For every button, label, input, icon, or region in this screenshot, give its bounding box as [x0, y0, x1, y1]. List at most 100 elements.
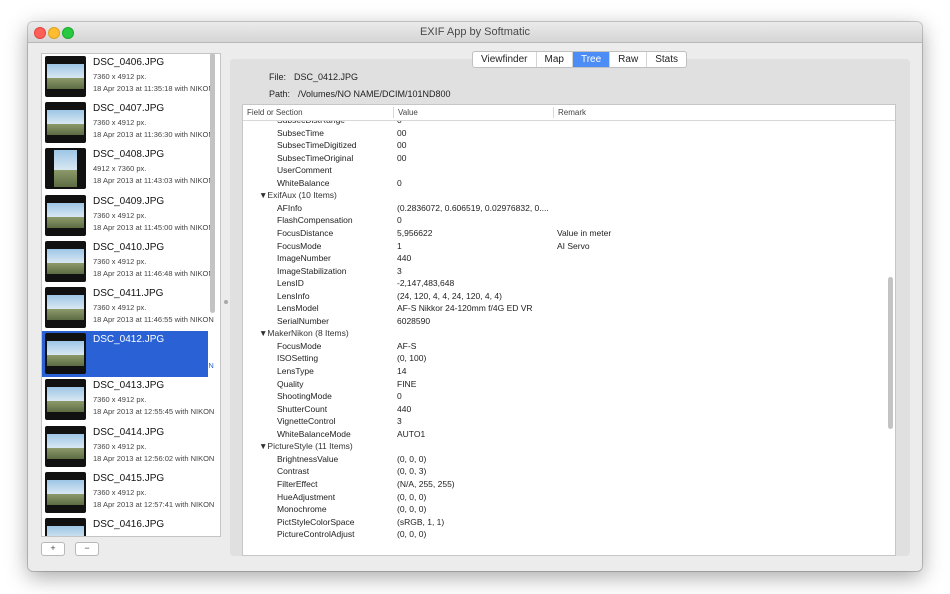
tree-row[interactable]: FilterEffect (N/A, 255, 255)	[243, 479, 883, 491]
photo-list-item[interactable]: DSC_0414.JPG 7360 x 4912 px. 18 Apr 2013 a…	[42, 424, 214, 470]
tree-row[interactable]: PictureControlAdjust (0, 0, 0)	[243, 529, 883, 541]
photo-list-item[interactable]: DSC_0413.JPG 7360 x 4912 px. 18 Apr 2013 a…	[42, 377, 214, 423]
photo-list-item[interactable]: DSC_0410.JPG 7360 x 4912 px. 18 Apr 2013 a…	[42, 239, 214, 285]
tree-row[interactable]: SubsecTimeOriginal 00	[243, 153, 883, 165]
field-value: 440	[397, 253, 412, 264]
tree-row[interactable]: LensType 14	[243, 366, 883, 378]
tree-row[interactable]: LensModel AF-S Nikkor 24-120mm f/4G ED VR	[243, 303, 883, 315]
field-value: (0, 0, 0)	[397, 504, 427, 515]
tab-map[interactable]: Map	[537, 52, 573, 67]
remove-photo-button[interactable]: −	[75, 542, 99, 556]
column-divider[interactable]	[553, 107, 554, 118]
tree-row[interactable]: ImageNumber 440	[243, 253, 883, 265]
view-mode-tabs[interactable]: Viewfinder Map Tree Raw Stats	[472, 51, 687, 68]
photo-thumbnail	[45, 425, 86, 467]
photo-list-item[interactable]: DSC_0416.JPG 7360 x 4912 px.	[42, 516, 208, 536]
tree-section-row[interactable]: ▼MakerNikon (8 Items)	[243, 328, 883, 340]
field-value: 440	[397, 403, 412, 414]
photo-date: 18 Apr 2013 at 11:36:30 with NIKON	[93, 130, 214, 140]
tab-raw[interactable]: Raw	[610, 52, 648, 67]
tree-row[interactable]: AFInfo (0.2836072, 0.606519, 0.02976832, …	[243, 203, 883, 215]
photo-list-scrollbar[interactable]	[210, 53, 215, 313]
field-value: 0	[397, 391, 402, 402]
tree-row[interactable]: ImageStabilization 3	[243, 266, 883, 278]
exif-tree[interactable]: Field or Section Value Remark SubsecDist…	[242, 104, 896, 556]
tree-row[interactable]: UserComment	[243, 165, 883, 177]
photo-list-item[interactable]: DSC_0409.JPG 7360 x 4912 px. 18 Apr 2013 a…	[42, 193, 214, 239]
column-header-field[interactable]: Field or Section	[247, 108, 303, 117]
tree-row[interactable]: ShutterCount 440	[243, 404, 883, 416]
tree-row[interactable]: SubsecTime 00	[243, 128, 883, 140]
photo-name: DSC_0414.JPG	[93, 426, 165, 438]
tree-row[interactable]: VignetteControl 3	[243, 416, 883, 428]
photo-thumbnail	[45, 379, 86, 421]
photo-dimensions: 7360 x 4912 px.	[93, 349, 147, 359]
photo-list-item[interactable]: DSC_0415.JPG 7360 x 4912 px. 18 Apr 2013 a…	[42, 470, 214, 516]
tree-scrollbar[interactable]	[888, 277, 893, 429]
tree-row[interactable]: FlashCompensation 0	[243, 215, 883, 227]
photo-date: 18 Apr 2013 at 11:45:00 with NIKON	[93, 222, 214, 232]
tree-row[interactable]: LensInfo (24, 120, 4, 4, 24, 120, 4, 4)	[243, 291, 883, 303]
field-name: BrightnessValue	[277, 453, 339, 464]
field-name: Quality	[277, 378, 304, 389]
photo-thumbnail	[45, 518, 86, 536]
tab-tree[interactable]: Tree	[572, 52, 611, 67]
photo-date: 18 Apr 2013 at 11:47:09 with NIKON	[93, 361, 214, 371]
photo-list-item[interactable]: DSC_0406.JPG 7360 x 4912 px. 18 Apr 2013 a…	[42, 54, 214, 100]
tree-row[interactable]: Quality FINE	[243, 379, 883, 391]
tree-row[interactable]: SerialNumber 6028590	[243, 316, 883, 328]
photo-list-item[interactable]: DSC_0408.JPG 4912 x 7360 px. 18 Apr 2013 a…	[42, 146, 214, 192]
tree-row[interactable]: FocusDistance 5,956622 Value in meter	[243, 228, 883, 240]
field-value: 00	[397, 127, 407, 138]
field-value: 3	[397, 265, 402, 276]
photo-list-item[interactable]: DSC_0412.JPG 7360 x 4912 px. 18 Apr 2013 a…	[42, 331, 214, 378]
tree-row[interactable]: Contrast (0, 0, 3)	[243, 466, 883, 478]
field-name: ▼PictureStyle (11 Items)	[259, 441, 353, 452]
field-name: SubsecTime	[277, 127, 324, 138]
split-view-divider[interactable]	[224, 300, 228, 304]
photo-list-item[interactable]: DSC_0407.JPG 7360 x 4912 px. 18 Apr 2013 a…	[42, 100, 214, 146]
photo-thumbnail	[45, 148, 86, 190]
app-window: EXIF App by Softmatic DSC_0406.JPG 7360 x…	[28, 22, 922, 571]
field-value: 00	[397, 140, 407, 151]
tree-row[interactable]: FocusMode AF-S	[243, 341, 883, 353]
photo-dimensions: 7360 x 4912 px.	[93, 256, 147, 266]
field-name: SubsecDistRange	[277, 121, 345, 125]
field-name: LensModel	[277, 303, 319, 314]
photo-dimensions: 7360 x 4912 px.	[93, 303, 147, 312]
field-name: FlashCompensation	[277, 215, 353, 226]
field-value: 0	[397, 215, 402, 226]
photo-date: 18 Apr 2013 at 11:43:03 with NIKON	[93, 176, 214, 186]
tree-row[interactable]: SubsecTimeDigitized 00	[243, 140, 883, 152]
tab-stats[interactable]: Stats	[647, 52, 686, 67]
add-photo-button[interactable]: +	[41, 542, 65, 556]
tree-section-row[interactable]: ▼PictureStyle (11 Items)	[243, 441, 883, 453]
tree-row[interactable]: LensID -2,147,483,648	[243, 278, 883, 290]
tree-header: Field or Section Value Remark	[243, 105, 895, 121]
column-header-value[interactable]: Value	[398, 108, 418, 117]
tree-row[interactable]: FocusMode 1 AI Servo	[243, 241, 883, 253]
tree-row[interactable]: WhiteBalanceMode AUTO1	[243, 429, 883, 441]
tree-row[interactable]: HueAdjustment (0, 0, 0)	[243, 492, 883, 504]
file-label: File:	[269, 72, 287, 82]
field-value: AUTO1	[397, 428, 426, 439]
tree-row[interactable]: BrightnessValue (0, 0, 0)	[243, 454, 883, 466]
path-value: /Volumes/NO NAME/DCIM/101ND800	[298, 89, 451, 99]
tree-row[interactable]: ISOSetting (0, 100)	[243, 353, 883, 365]
tree-row[interactable]: ShootingMode 0	[243, 391, 883, 403]
tree-section-row[interactable]: ▼ExifAux (10 Items)	[243, 190, 883, 202]
field-name: SerialNumber	[277, 315, 329, 326]
field-name: ImageStabilization	[277, 265, 347, 276]
field-remark: AI Servo	[557, 240, 590, 251]
tree-row[interactable]: SubsecDistRange 0	[243, 121, 883, 127]
column-divider[interactable]	[393, 107, 394, 118]
tree-row[interactable]: WhiteBalance 0	[243, 178, 883, 190]
tab-viewfinder[interactable]: Viewfinder	[473, 52, 537, 67]
photo-list[interactable]: DSC_0406.JPG 7360 x 4912 px. 18 Apr 2013 a…	[41, 53, 221, 537]
photo-list-item[interactable]: DSC_0411.JPG 7360 x 4912 px. 18 Apr 2013 a…	[42, 285, 214, 331]
tree-row[interactable]: Monochrome (0, 0, 0)	[243, 504, 883, 516]
field-name: WhiteBalanceMode	[277, 428, 351, 439]
column-header-remark[interactable]: Remark	[558, 108, 586, 117]
tree-row[interactable]: PictStyleColorSpace (sRGB, 1, 1)	[243, 517, 883, 529]
photo-dimensions: 7360 x 4912 px.	[93, 534, 146, 536]
